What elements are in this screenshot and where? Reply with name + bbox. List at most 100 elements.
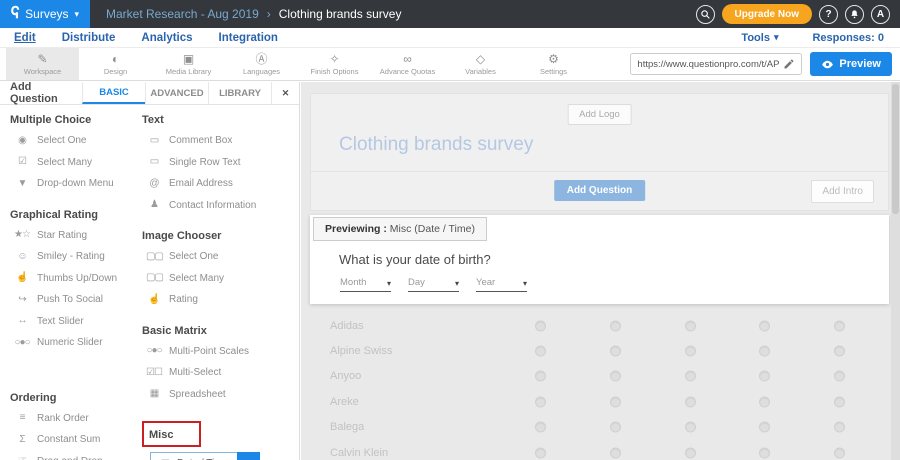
surveys-menu[interactable]: Ꭾ Surveys ▾ — [0, 0, 90, 28]
radio-button[interactable] — [685, 422, 696, 433]
responses-count[interactable]: Responses: 0 — [812, 32, 884, 44]
question-type-item[interactable]: ☑ Select Many — [10, 152, 140, 174]
date-dropdown[interactable]: Month ▾ — [340, 277, 391, 292]
toolbar-item[interactable]: Ⓐ Languages — [225, 48, 298, 80]
survey-url-field[interactable]: https://www.questionpro.com/t/APNrfZ — [630, 53, 802, 75]
nav-item[interactable]: Integration — [219, 32, 278, 44]
toolbar-item[interactable]: ∞ Advance Quotas — [371, 48, 444, 80]
radio-button[interactable] — [685, 346, 696, 357]
radio-button[interactable] — [759, 422, 770, 433]
toolbar-item[interactable]: ⚙ Settings — [517, 48, 590, 80]
question-type-item[interactable]: ▭ Single Row Text — [142, 152, 297, 174]
radio-button[interactable] — [535, 447, 546, 458]
date-dropdown[interactable]: Day ▾ — [408, 277, 459, 292]
radio-button[interactable] — [834, 396, 845, 407]
question-type-item[interactable]: ○●○ Multi-Point Scales — [142, 341, 297, 363]
matrix-row-label: Alpine Swiss — [330, 345, 392, 357]
question-type-item[interactable]: ↔ Text Slider — [10, 311, 140, 333]
panel-tab[interactable]: BASIC — [82, 82, 145, 104]
question-type-item[interactable]: ▭ Comment Box — [142, 130, 297, 152]
nav-item[interactable]: Distribute — [62, 32, 116, 44]
add-logo-button[interactable]: Add Logo — [567, 104, 632, 125]
question-type-label: Spreadsheet — [169, 389, 226, 400]
radio-button[interactable] — [610, 320, 621, 331]
date-dropdown[interactable]: Year ▾ — [476, 277, 527, 292]
question-type-icon: ★☆ — [14, 230, 30, 240]
search-button[interactable] — [696, 5, 715, 24]
question-type-item[interactable]: ▢▢ Select Many — [142, 268, 297, 290]
radio-button[interactable] — [685, 447, 696, 458]
panel-tab[interactable]: LIBRARY — [208, 82, 271, 104]
scrollbar-thumb[interactable] — [892, 84, 899, 214]
question-type-item[interactable]: ☞ Drag and Drop — [10, 451, 140, 460]
radio-button[interactable] — [535, 320, 546, 331]
question-type-item[interactable]: ☝ Thumbs Up/Down — [10, 268, 140, 290]
radio-button[interactable] — [759, 320, 770, 331]
survey-title[interactable]: Clothing brands survey — [339, 134, 533, 156]
question-type-icon: ▭ — [146, 136, 162, 146]
help-button[interactable]: ? — [819, 5, 838, 24]
radio-button[interactable] — [535, 396, 546, 407]
radio-button[interactable] — [685, 371, 696, 382]
upgrade-now-button[interactable]: Upgrade Now — [722, 4, 812, 24]
question-type-item[interactable]: ▦ Spreadsheet — [142, 384, 297, 406]
scrollbar[interactable] — [891, 82, 900, 460]
radio-button[interactable] — [685, 320, 696, 331]
radio-button[interactable] — [834, 320, 845, 331]
nav-item[interactable]: Edit — [14, 32, 36, 44]
toolbar-item[interactable]: ◇ Variables — [444, 48, 517, 80]
radio-button[interactable] — [759, 447, 770, 458]
question-type-icon: ☝ — [14, 273, 30, 283]
question-type-item[interactable]: ☺ Smiley - Rating — [10, 246, 140, 268]
question-type-item[interactable]: ▢▢ Select One — [142, 246, 297, 268]
question-type-item[interactable]: ▼ Drop-down Menu — [10, 173, 140, 195]
radio-button[interactable] — [759, 396, 770, 407]
notifications-button[interactable] — [845, 5, 864, 24]
radio-button[interactable] — [610, 422, 621, 433]
add-question-button[interactable]: Add Question — [554, 180, 646, 201]
question-type-item[interactable]: ♟ Contact Information — [142, 195, 297, 217]
question-type-item[interactable]: ○●○ Numeric Slider — [10, 332, 140, 354]
question-type-item[interactable]: ☑☐ Multi-Select — [142, 362, 297, 384]
radio-button[interactable] — [610, 371, 621, 382]
question-type-item[interactable]: ≡ Rank Order — [10, 408, 140, 430]
radio-button[interactable] — [834, 422, 845, 433]
radio-button[interactable] — [610, 346, 621, 357]
radio-button[interactable] — [834, 346, 845, 357]
toolbar-item[interactable]: ✧ Finish Options — [298, 48, 371, 80]
toolbar-item-label: Media Library — [166, 67, 211, 76]
radio-button[interactable] — [685, 396, 696, 407]
panel-tab[interactable]: ADVANCED — [145, 82, 208, 104]
avatar[interactable]: A — [871, 5, 890, 24]
preview-button[interactable]: Preview — [810, 52, 892, 76]
add-question-panel-header: Add Question BASIC ADVANCED LIBRARY ✕ — [0, 82, 299, 105]
question-type-item[interactable]: Σ Constant Sum — [10, 429, 140, 451]
radio-button[interactable] — [535, 371, 546, 382]
radio-button[interactable] — [610, 396, 621, 407]
add-intro-button[interactable]: Add Intro — [811, 180, 874, 203]
radio-button[interactable] — [759, 371, 770, 382]
close-icon[interactable]: ✕ — [271, 82, 299, 104]
tools-menu[interactable]: Tools ▾ — [741, 32, 778, 44]
nav-item[interactable]: Analytics — [141, 32, 192, 44]
search-icon — [700, 9, 711, 20]
question-type-icon: ♟ — [146, 200, 162, 210]
breadcrumb-folder[interactable]: Market Research - Aug 2019 — [106, 7, 259, 21]
question-type-item[interactable]: ☝ Rating — [142, 289, 297, 311]
toolbar-item[interactable]: ✎ Workspace — [6, 48, 79, 80]
radio-button[interactable] — [834, 371, 845, 382]
radio-button[interactable] — [535, 346, 546, 357]
toolbar-item-label: Design — [104, 67, 127, 76]
radio-button[interactable] — [610, 447, 621, 458]
question-type-item[interactable]: ★☆ Star Rating — [10, 225, 140, 247]
radio-button[interactable] — [535, 422, 546, 433]
toolbar-item[interactable]: ▣ Media Library — [152, 48, 225, 80]
question-type-item[interactable]: ◉ Select One — [10, 130, 140, 152]
question-type-date-time[interactable]: ▦ Date / Time + — [150, 452, 260, 460]
question-type-item[interactable]: ↪ Push To Social — [10, 289, 140, 311]
radio-button[interactable] — [759, 346, 770, 357]
radio-button[interactable] — [834, 447, 845, 458]
toolbar-item[interactable]: ◐ Design — [79, 48, 152, 80]
question-type-item[interactable]: @ Email Address — [142, 173, 297, 195]
add-date-time-button[interactable]: + — [237, 452, 260, 460]
